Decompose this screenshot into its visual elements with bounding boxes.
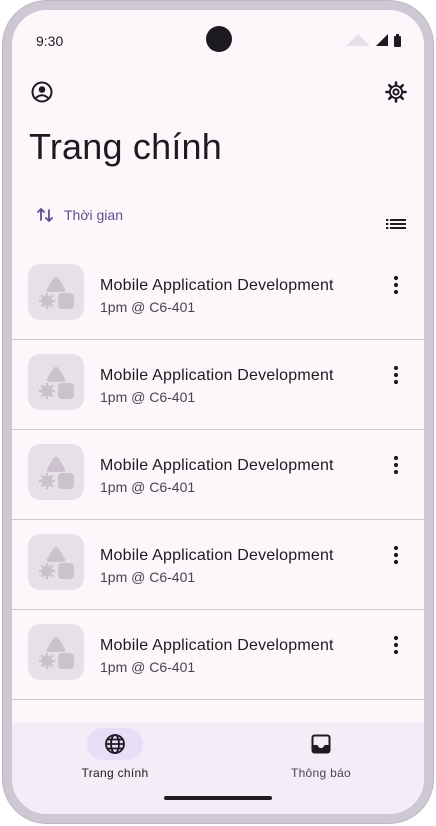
screen: 9:30 Trang chính Thời gian Mobile Applic… — [12, 10, 424, 814]
sort-label: Thời gian — [64, 207, 123, 223]
item-subtitle: 1pm @ C6-401 — [100, 389, 196, 405]
list-item[interactable]: Mobile Application Development 1pm @ C6-… — [12, 520, 424, 610]
nav-item-home[interactable]: Trang chính — [12, 722, 218, 814]
item-subtitle: 1pm @ C6-401 — [100, 479, 196, 495]
item-subtitle: 1pm @ C6-401 — [100, 659, 196, 675]
globe-icon — [105, 734, 125, 754]
more-vert-icon — [393, 635, 399, 655]
placeholder-shapes-icon — [39, 277, 74, 309]
account-circle-icon — [31, 81, 53, 103]
more-options-button[interactable] — [384, 361, 408, 389]
status-time: 9:30 — [36, 33, 64, 49]
nav-label-home: Trang chính — [81, 766, 149, 780]
status-icons — [346, 34, 401, 47]
more-options-button[interactable] — [384, 271, 408, 299]
item-title: Mobile Application Development — [100, 367, 334, 384]
item-subtitle: 1pm @ C6-401 — [100, 569, 196, 585]
thumbnail — [28, 354, 84, 410]
more-options-button[interactable] — [384, 541, 408, 569]
signal-icon — [376, 34, 388, 46]
thumbnail — [28, 624, 84, 680]
thumbnail — [28, 534, 84, 590]
list-view-button[interactable] — [382, 210, 410, 238]
inbox-icon — [311, 734, 331, 754]
sort-button[interactable]: Thời gian — [36, 206, 123, 224]
placeholder-shapes-icon — [39, 547, 74, 579]
battery-icon — [394, 36, 401, 47]
placeholder-shapes-icon — [39, 367, 74, 399]
item-title: Mobile Application Development — [100, 457, 334, 474]
list-item[interactable]: Mobile Application Development 1pm @ C6-… — [12, 250, 424, 340]
account-button[interactable] — [28, 78, 56, 106]
event-list: Mobile Application Development 1pm @ C6-… — [12, 250, 424, 700]
bottom-navigation: Trang chính Thông báo — [12, 722, 424, 814]
item-title: Mobile Application Development — [100, 277, 334, 294]
nav-label-notifications: Thông báo — [290, 766, 352, 780]
placeholder-shapes-icon — [39, 457, 74, 489]
active-indicator — [87, 728, 143, 760]
thumbnail — [28, 264, 84, 320]
gesture-handle — [164, 796, 272, 800]
device-frame: 9:30 Trang chính Thời gian Mobile Applic… — [3, 1, 433, 823]
thumbnail — [28, 444, 84, 500]
status-bar: 9:30 — [12, 10, 424, 66]
list-item[interactable]: Mobile Application Development 1pm @ C6-… — [12, 340, 424, 430]
wifi-icon — [346, 34, 370, 46]
more-vert-icon — [393, 545, 399, 565]
more-options-button[interactable] — [384, 631, 408, 659]
item-subtitle: 1pm @ C6-401 — [100, 299, 196, 315]
more-vert-icon — [393, 275, 399, 295]
more-vert-icon — [393, 455, 399, 475]
nav-item-notifications[interactable]: Thông báo — [218, 722, 424, 814]
settings-button[interactable] — [382, 78, 410, 106]
list-view-icon — [386, 219, 406, 229]
item-title: Mobile Application Development — [100, 547, 334, 564]
more-options-button[interactable] — [384, 451, 408, 479]
more-vert-icon — [393, 365, 399, 385]
settings-icon — [385, 81, 407, 103]
swap-vert-icon — [37, 208, 53, 222]
nav-icon-wrapper — [293, 728, 349, 760]
list-item[interactable]: Mobile Application Development 1pm @ C6-… — [12, 610, 424, 700]
list-item[interactable]: Mobile Application Development 1pm @ C6-… — [12, 430, 424, 520]
camera-cutout — [206, 26, 232, 52]
placeholder-shapes-icon — [39, 637, 74, 669]
item-title: Mobile Application Development — [100, 637, 334, 654]
page-title: Trang chính — [29, 126, 222, 167]
